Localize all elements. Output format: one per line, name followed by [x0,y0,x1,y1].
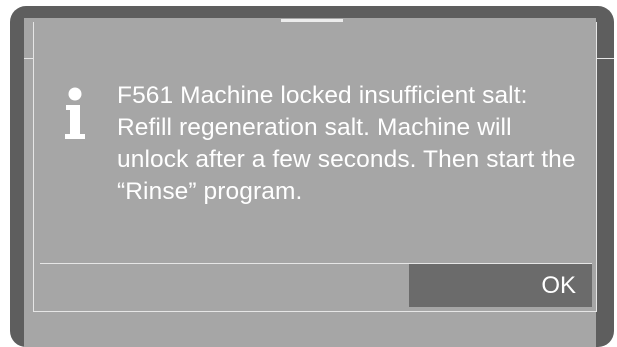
ok-button[interactable]: OK [409,263,592,307]
info-icon [65,87,85,139]
dialog-divider [40,263,409,264]
divider-left [24,58,33,59]
ok-button-label: OK [541,272,576,299]
divider-right [596,58,614,59]
error-message: F561 Machine locked insufficient salt: R… [117,82,576,205]
